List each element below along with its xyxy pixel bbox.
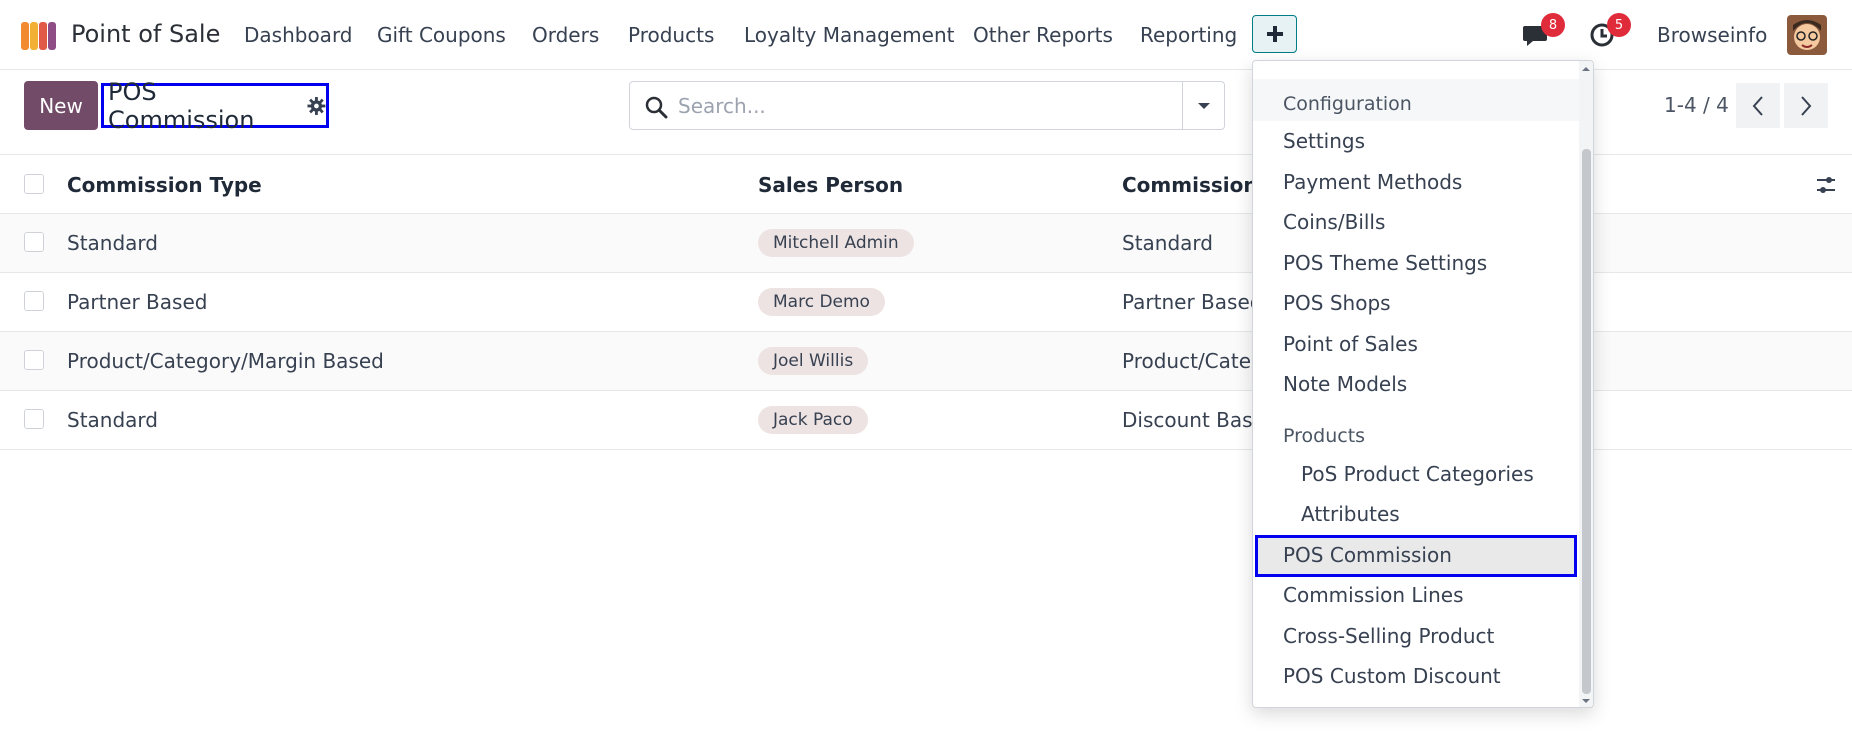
salesperson-tag: Marc Demo (758, 288, 885, 316)
commission-name-cell: Discount Base (1122, 408, 1265, 432)
menu-gift-coupons[interactable]: Gift Coupons (377, 23, 506, 47)
salesperson-tag: Mitchell Admin (758, 229, 914, 257)
row-checkbox[interactable] (24, 232, 44, 252)
menu-products[interactable]: Products (628, 23, 714, 47)
commission-type-cell: Standard (67, 231, 158, 255)
menu-item-attributes[interactable]: Attributes (1301, 502, 1400, 526)
activities-badge: 5 (1607, 13, 1631, 37)
pager-value[interactable]: 1-4 / 4 (1664, 93, 1729, 117)
salesperson-tag: Jack Paco (758, 406, 868, 434)
menu-item-commission-lines[interactable]: Commission Lines (1283, 583, 1464, 607)
commission-type-cell: Partner Based (67, 290, 208, 314)
pos-app-icon[interactable] (19, 18, 59, 52)
messages-badge: 8 (1541, 13, 1565, 37)
gear-icon[interactable] (307, 96, 326, 116)
column-sales-person[interactable]: Sales Person (758, 173, 903, 197)
chevron-left-icon (1752, 95, 1763, 116)
menu-item-coins-bills[interactable]: Coins/Bills (1283, 210, 1385, 234)
menu-orders[interactable]: Orders (532, 23, 599, 47)
salesperson-tag: Joel Willis (758, 347, 869, 375)
menu-reporting[interactable]: Reporting (1140, 23, 1237, 47)
company-name[interactable]: Browseinfo (1657, 23, 1767, 47)
menu-item-settings[interactable]: Settings (1283, 129, 1365, 153)
commission-name-cell: Standard (1122, 231, 1213, 255)
page-title: POS Commission (108, 77, 255, 134)
caret-down-icon (1198, 102, 1210, 109)
breadcrumb: POS Commission (101, 78, 329, 134)
app-name[interactable]: Point of Sale (71, 20, 220, 48)
scroll-down-icon[interactable] (1580, 695, 1592, 707)
menu-item-pos-custom-discount[interactable]: POS Custom Discount (1283, 664, 1501, 688)
menu-item-payment-methods[interactable]: Payment Methods (1283, 170, 1462, 194)
new-button[interactable]: New (24, 81, 98, 130)
section-configuration: Configuration (1283, 93, 1412, 115)
menu-item-note-models[interactable]: Note Models (1283, 372, 1407, 396)
more-menu-button[interactable] (1252, 15, 1297, 53)
scroll-up-icon[interactable] (1580, 63, 1592, 75)
section-products: Products (1283, 425, 1366, 447)
column-commission-type[interactable]: Commission Type (67, 173, 262, 197)
search-options-toggle[interactable] (1182, 82, 1225, 129)
more-menu-dropdown: Configuration Settings Payment Methods C… (1252, 60, 1594, 708)
dropdown-scrollbar-thumb[interactable] (1582, 149, 1591, 694)
menu-item-pos-commission[interactable]: POS Commission (1283, 543, 1452, 567)
row-checkbox[interactable] (24, 291, 44, 311)
menu-item-pos-theme-settings[interactable]: POS Theme Settings (1283, 251, 1487, 275)
menu-dashboard[interactable]: Dashboard (244, 23, 353, 47)
menu-item-pos-product-categories[interactable]: PoS Product Categories (1301, 462, 1534, 486)
commission-type-cell: Product/Category/Margin Based (67, 349, 384, 373)
plus-icon (1266, 26, 1283, 42)
row-checkbox[interactable] (24, 350, 44, 370)
chevron-right-icon (1801, 95, 1812, 116)
menu-item-pos-shops[interactable]: POS Shops (1283, 291, 1391, 315)
menu-item-point-of-sales[interactable]: Point of Sales (1283, 332, 1418, 356)
pager-next-button[interactable] (1784, 83, 1828, 128)
commission-name-cell: Product/Categ (1122, 349, 1264, 373)
menu-item-cross-selling-product[interactable]: Cross-Selling Product (1283, 624, 1494, 648)
search-bar (629, 81, 1225, 130)
commission-type-cell: Standard (67, 408, 158, 432)
select-all-checkbox[interactable] (24, 174, 44, 194)
optional-columns-icon[interactable] (1815, 174, 1837, 196)
commission-name-cell: Partner Based (1122, 290, 1263, 314)
row-checkbox[interactable] (24, 409, 44, 429)
menu-loyalty-management[interactable]: Loyalty Management (744, 23, 954, 47)
menu-other-reports[interactable]: Other Reports (973, 23, 1113, 47)
pager-previous-button[interactable] (1736, 83, 1780, 128)
user-avatar[interactable] (1787, 15, 1827, 55)
search-icon (645, 96, 668, 119)
search-input[interactable] (678, 82, 1158, 129)
